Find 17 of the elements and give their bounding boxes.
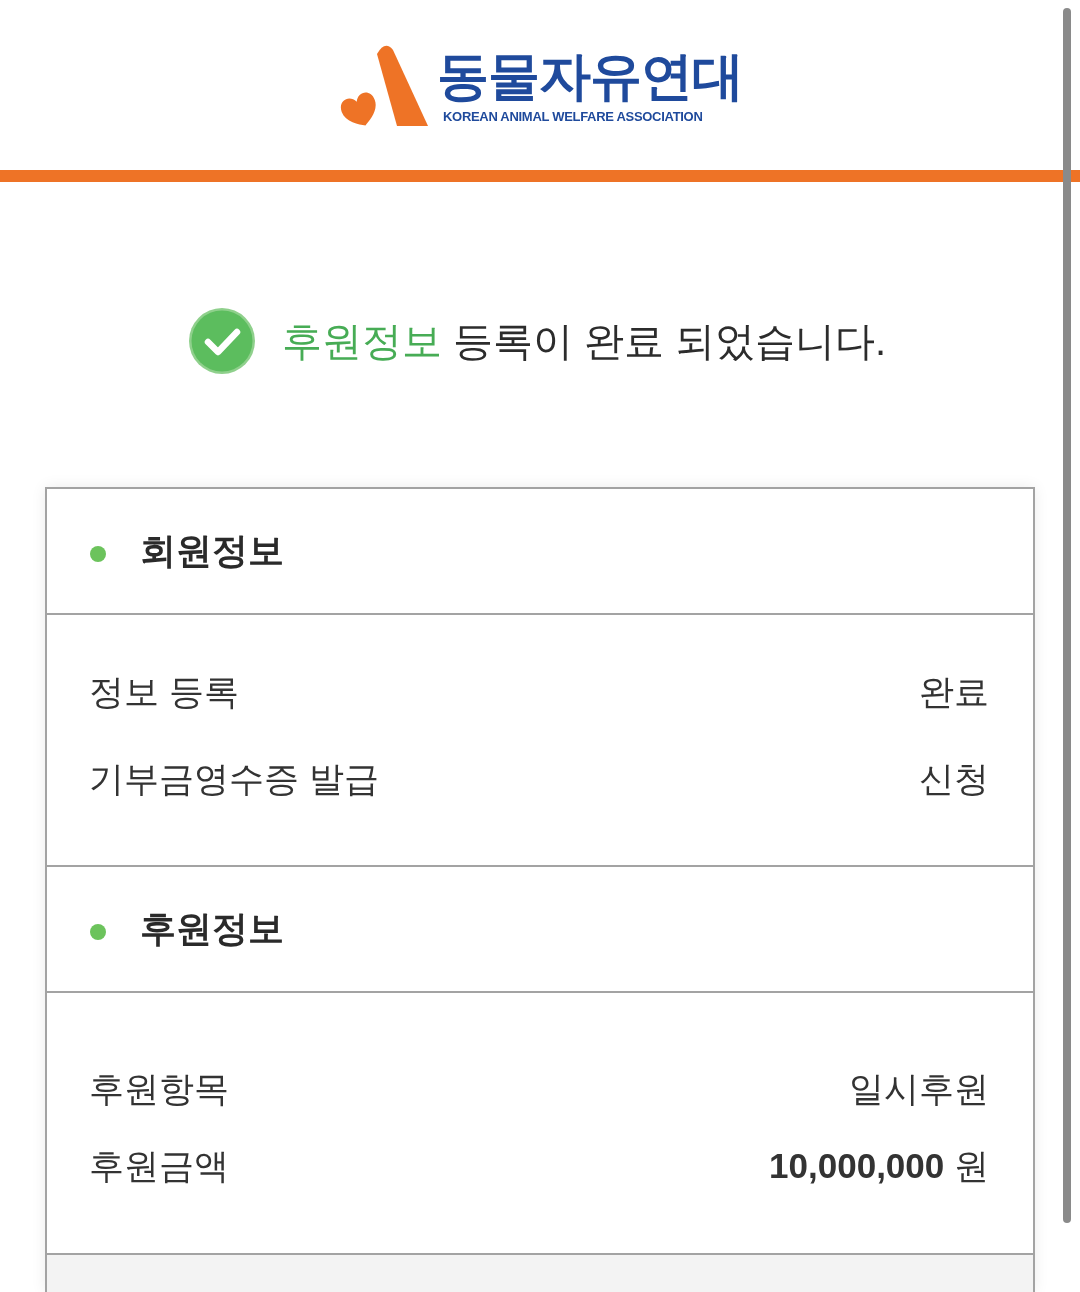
row-value: 완료 [919,671,989,713]
row-value: 10,000,000 원 [769,1145,989,1187]
bullet-icon [90,546,106,562]
success-message: 후원정보 등록이 완료 되었습니다. [281,318,887,365]
logo-subtitle: KOREAN ANIMAL WELFARE ASSOCIATION [443,109,703,125]
row-value: 신청 [919,758,989,800]
scrollbar[interactable] [1063,8,1071,1223]
section-title: 후원정보 [140,907,284,951]
section-title: 회원정보 [140,529,284,573]
row-value: 일시후원 [849,1068,989,1110]
row-label: 후원금액 [89,1145,229,1187]
row-label: 후원항목 [89,1068,229,1110]
row-label: 정보 등록 [89,671,239,713]
row-label: 기부금영수증 발급 [89,758,379,800]
logo-title: 동물자유연대 [437,46,743,107]
check-circle-icon [187,307,256,375]
bullet-icon [90,924,106,940]
